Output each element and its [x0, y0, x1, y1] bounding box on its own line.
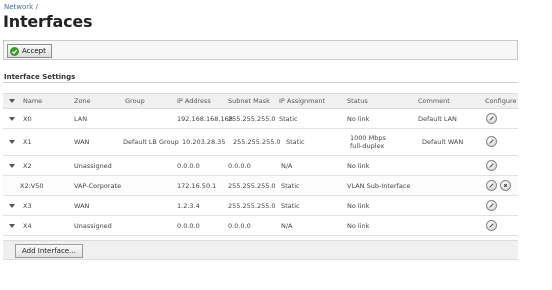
toolbar: Accept — [3, 40, 518, 60]
cell-ip: 172.16.50.1 — [177, 181, 217, 190]
cell-name: X2:V50 — [20, 181, 44, 190]
cell-zone: LAN — [74, 114, 88, 123]
cell-group: Default LB Group — [123, 138, 179, 146]
pencil-icon[interactable] — [486, 179, 497, 191]
triangle-down-icon[interactable] — [9, 156, 15, 175]
cell-status: 1000 Mbps full-duplex — [350, 129, 386, 155]
pencil-icon[interactable] — [486, 112, 497, 124]
pencil-icon[interactable] — [486, 136, 497, 147]
cell-ip: 1.2.3.4 — [177, 201, 200, 210]
cell-name: X4 — [23, 221, 32, 230]
cell-status: No link — [347, 221, 370, 230]
cell-assignment: Static — [286, 138, 305, 146]
pencil-icon[interactable] — [486, 159, 497, 171]
cell-status: No link — [347, 161, 370, 170]
page-title: Interfaces — [3, 12, 93, 31]
cell-name: X3 — [23, 201, 32, 210]
table-row: X1 WAN Default LB Group 10.203.28.35 255… — [3, 129, 518, 156]
section-title: Interface Settings — [4, 73, 76, 81]
cell-ip: 0.0.0.0 — [177, 161, 200, 170]
accept-label: Accept — [22, 47, 46, 55]
table-row: X0 LAN 192.168.168.168 255.255.255.0 Sta… — [3, 109, 518, 129]
cell-ip: 0.0.0.0 — [177, 221, 200, 230]
cell-mask: 255.255.255.0 — [228, 201, 276, 210]
section-divider — [3, 82, 518, 83]
cell-mask: 255.255.255.0 — [233, 138, 281, 146]
cell-zone: Unassigned — [74, 221, 112, 230]
cell-assignment: Static — [281, 181, 300, 190]
cell-name: X2 — [23, 161, 32, 170]
cell-status: VLAN Sub-Interface — [347, 181, 411, 190]
cell-zone: Unassigned — [74, 161, 112, 170]
expand-all-icon[interactable] — [9, 94, 15, 108]
cell-mask: 0.0.0.0 — [228, 161, 251, 170]
cell-zone: WAN — [74, 138, 90, 146]
cell-status: No link — [347, 114, 370, 123]
cell-mask: 0.0.0.0 — [228, 221, 251, 230]
check-icon — [10, 46, 19, 56]
breadcrumb[interactable]: Network / — [4, 3, 38, 11]
cell-assignment: N/A — [281, 221, 293, 230]
cell-status: No link — [347, 201, 370, 210]
table-row: X4 Unassigned 0.0.0.0 0.0.0.0 N/A No lin… — [3, 216, 518, 236]
table-row: X2 Unassigned 0.0.0.0 0.0.0.0 N/A No lin… — [3, 156, 518, 176]
triangle-down-icon[interactable] — [9, 216, 15, 235]
cell-zone: WAN — [74, 201, 90, 210]
table-row: X2:V50 VAP-Corporate 172.16.50.1 255.255… — [3, 176, 518, 196]
col-configure: Configure — [485, 97, 517, 105]
table-footer: Add Interface... — [3, 240, 518, 260]
col-comment[interactable]: Comment — [418, 94, 450, 108]
col-group[interactable]: Group — [125, 94, 145, 108]
col-ip-address[interactable]: IP Address — [177, 94, 211, 108]
cell-mask: 255.255.255.0 — [228, 114, 276, 123]
cell-name: X1 — [23, 138, 32, 146]
cell-zone: VAP-Corporate — [74, 181, 122, 190]
col-subnet-mask[interactable]: Subnet Mask — [228, 94, 270, 108]
col-ip-assignment[interactable]: IP Assignment — [279, 94, 325, 108]
cell-comment: Default WAN — [422, 138, 464, 146]
triangle-down-icon[interactable] — [9, 129, 15, 155]
cell-ip: 192.168.168.168 — [177, 114, 233, 123]
status-line-2: full-duplex — [350, 142, 385, 150]
status-line-1: 1000 Mbps — [350, 134, 386, 142]
col-name[interactable]: Name — [23, 94, 42, 108]
cell-assignment: Static — [279, 114, 298, 123]
cell-assignment: N/A — [281, 161, 293, 170]
interfaces-table: Name Zone Group IP Address Subnet Mask I… — [3, 93, 518, 256]
delete-icon[interactable] — [500, 179, 511, 191]
pencil-icon[interactable] — [486, 199, 497, 211]
cell-name: X0 — [23, 114, 32, 123]
col-status[interactable]: Status — [347, 94, 368, 108]
triangle-down-icon[interactable] — [9, 109, 15, 128]
add-interface-button[interactable]: Add Interface... — [15, 244, 83, 258]
triangle-down-icon[interactable] — [9, 196, 15, 215]
cell-ip: 10.203.28.35 — [182, 138, 226, 146]
col-zone[interactable]: Zone — [74, 94, 91, 108]
cell-comment: Default LAN — [418, 114, 457, 123]
pencil-icon[interactable] — [486, 219, 497, 231]
table-header: Name Zone Group IP Address Subnet Mask I… — [3, 93, 518, 109]
accept-button[interactable]: Accept — [7, 44, 52, 58]
table-row: X3 WAN 1.2.3.4 255.255.255.0 Static No l… — [3, 196, 518, 216]
cell-mask: 255.255.255.0 — [228, 181, 276, 190]
cell-assignment: Static — [281, 201, 300, 210]
